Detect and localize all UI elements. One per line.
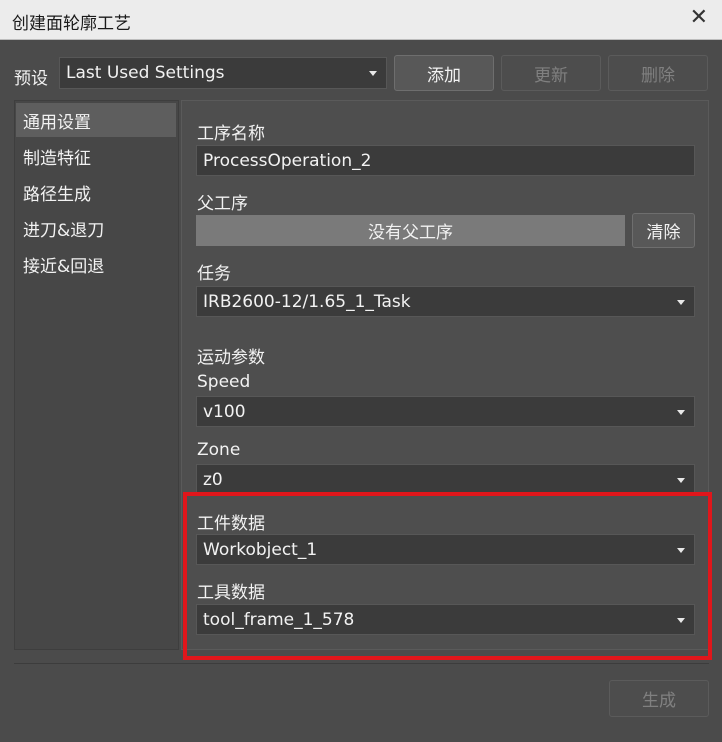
task-label: 任务: [197, 264, 231, 284]
preset-select[interactable]: Last Used Settings: [59, 57, 387, 89]
op-name-input[interactable]: ProcessOperation_2: [196, 145, 695, 176]
title-bar: 创建面轮廓工艺 ✕: [0, 0, 722, 40]
sidebar-item-label: 路径生成: [23, 184, 91, 205]
speed-label: Speed: [197, 372, 251, 392]
footer-divider: [14, 663, 709, 664]
speed-value: v100: [203, 401, 246, 422]
workobject-value: Workobject_1: [203, 539, 318, 560]
sidebar-item-features[interactable]: 制造特征: [16, 139, 176, 173]
task-value: IRB2600-12/1.65_1_Task: [203, 291, 411, 312]
tool-value: tool_frame_1_578: [203, 609, 355, 630]
settings-panel: [181, 100, 709, 650]
sidebar-item-label: 制造特征: [23, 148, 91, 169]
chevron-down-icon: [677, 547, 685, 553]
chevron-down-icon: [677, 409, 685, 415]
preset-label: 预设: [14, 69, 48, 89]
zone-label: Zone: [197, 440, 241, 460]
chevron-down-icon: [369, 71, 377, 76]
close-icon[interactable]: ✕: [690, 5, 708, 30]
chevron-down-icon: [677, 299, 685, 305]
tool-select[interactable]: tool_frame_1_578: [196, 604, 695, 635]
workobject-select[interactable]: Workobject_1: [196, 534, 695, 565]
clear-button[interactable]: 清除: [632, 213, 695, 248]
sidebar-item-label: 进刀&退刀: [23, 220, 105, 241]
sidebar: 通用设置 制造特征 路径生成 进刀&退刀 接近&回退: [14, 100, 179, 650]
parent-op-label: 父工序: [197, 194, 248, 214]
task-select[interactable]: IRB2600-12/1.65_1_Task: [196, 286, 695, 317]
speed-select[interactable]: v100: [196, 396, 695, 427]
parent-op-field: 没有父工序: [196, 215, 625, 246]
sidebar-item-general[interactable]: 通用设置: [16, 103, 176, 137]
op-name-label: 工序名称: [197, 124, 265, 144]
zone-value: z0: [203, 469, 223, 490]
generate-button[interactable]: 生成: [609, 680, 709, 717]
workobject-label: 工件数据: [197, 514, 265, 534]
window-title: 创建面轮廓工艺: [12, 14, 131, 34]
preset-value: Last Used Settings: [66, 63, 225, 83]
sidebar-item-label: 接近&回退: [23, 256, 105, 277]
sidebar-item-label: 通用设置: [23, 112, 91, 133]
motion-params-label: 运动参数: [197, 348, 265, 368]
zone-select[interactable]: z0: [196, 464, 695, 495]
update-button[interactable]: 更新: [501, 55, 601, 91]
chevron-down-icon: [677, 477, 685, 483]
delete-button[interactable]: 删除: [608, 55, 708, 91]
sidebar-item-path-generation[interactable]: 路径生成: [16, 175, 176, 209]
chevron-down-icon: [677, 617, 685, 623]
sidebar-item-approach-depart[interactable]: 接近&回退: [16, 247, 176, 281]
sidebar-item-entry-exit[interactable]: 进刀&退刀: [16, 211, 176, 245]
tool-label: 工具数据: [197, 583, 265, 603]
add-button[interactable]: 添加: [394, 55, 494, 91]
op-name-value: ProcessOperation_2: [203, 150, 372, 171]
parent-op-value: 没有父工序: [368, 223, 453, 243]
